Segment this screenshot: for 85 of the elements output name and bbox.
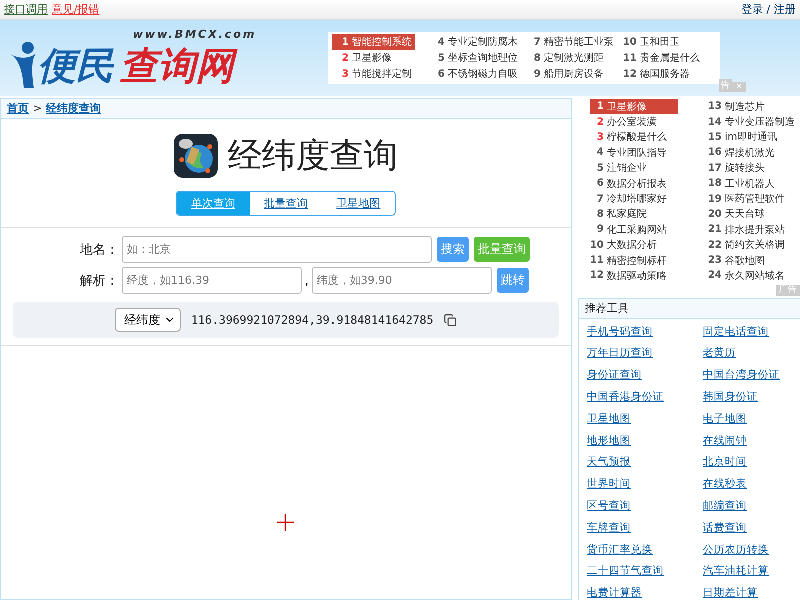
tool-link[interactable]: 中国香港身份证 xyxy=(587,390,703,404)
ad-link[interactable]: 7 精密节能工业泵 xyxy=(524,34,617,50)
hot-link[interactable]: 23 谷歌地图 xyxy=(708,252,765,268)
hot-link[interactable]: 13 制造芯片 xyxy=(708,99,765,114)
hot-link[interactable]: 21 排水提升泵站 xyxy=(708,222,785,238)
field-label: 地名： xyxy=(79,242,119,258)
hot-link[interactable]: 1 卫星影像 xyxy=(590,99,678,114)
hot-link[interactable]: 5 注销企业 xyxy=(590,160,647,176)
hot-link[interactable]: 18 工业机器人 xyxy=(708,176,775,192)
hot-link[interactable]: 8 私家庭院 xyxy=(590,206,647,222)
tool-link[interactable]: 话费查询 xyxy=(703,520,792,535)
tool-link[interactable]: 区号查询 xyxy=(587,498,703,513)
tool-link[interactable]: 汽车油耗计算 xyxy=(703,564,792,578)
top-link[interactable]: 意见/报错 xyxy=(52,3,100,16)
hot-link[interactable]: 19 医药管理软件 xyxy=(708,191,785,207)
logo-icon xyxy=(8,40,38,90)
tool-link[interactable]: 天气预报 xyxy=(587,455,703,470)
ad-link[interactable]: 8 定制激光测距 xyxy=(524,50,607,66)
hot-link[interactable]: 2 办公室装潢 xyxy=(590,114,657,130)
place-input[interactable]: 如：北京 xyxy=(122,236,432,263)
comma-text: , xyxy=(305,274,309,288)
hot-link[interactable]: 4 专业团队指导 xyxy=(590,145,667,161)
ad-link[interactable]: 6 不锈钢磁力自吸 xyxy=(428,66,521,82)
breadcrumb-link[interactable]: 经纬度查询 xyxy=(46,101,102,116)
latitude-input[interactable]: 纬度，如39.90 xyxy=(312,267,492,294)
breadcrumb-separator: > xyxy=(33,102,42,115)
ad-link[interactable]: 4 专业定制防腐木 xyxy=(428,34,521,50)
ad-link[interactable]: 3 节能搅拌定制 xyxy=(332,66,415,82)
ad-link[interactable]: 11 贵金属是什么 xyxy=(620,50,703,66)
hot-link[interactable]: 17 旋转接头 xyxy=(708,160,765,176)
hot-link[interactable]: 24 永久网站域名 xyxy=(708,268,785,284)
tool-link[interactable]: 货币汇率兑换 xyxy=(587,542,703,557)
hot-link[interactable]: 10 大数据分析 xyxy=(590,238,657,253)
tool-link[interactable]: 公历农历转换 xyxy=(703,542,792,557)
coordinate-value: 116.3969921072894,39.91848141642785 xyxy=(191,313,434,327)
hot-link[interactable]: 14 专业变压器制造 xyxy=(708,114,795,130)
tool-link[interactable]: 固定电话查询 xyxy=(703,324,792,339)
tool-link[interactable]: 手机号码查询 xyxy=(587,324,703,339)
tool-link[interactable]: 卫星地图 xyxy=(587,412,703,426)
tool-link[interactable]: 在线闹钟 xyxy=(703,434,792,448)
hot-link[interactable]: 22 简约玄关格调 xyxy=(708,238,785,253)
tool-link[interactable]: 世界时间 xyxy=(587,477,703,492)
hot-link[interactable]: 20 天天台球 xyxy=(708,206,765,222)
hot-link[interactable]: 3 柠檬酸是什么 xyxy=(590,130,667,146)
login-link[interactable]: 登录 / 注册 xyxy=(741,2,796,17)
tool-link[interactable]: 中国台湾身份证 xyxy=(703,368,792,382)
field-label: 解析： xyxy=(79,272,119,290)
tool-link[interactable]: 在线秒表 xyxy=(703,477,792,492)
tool-link[interactable]: 车牌查询 xyxy=(587,520,703,535)
top-link[interactable]: 接口调用 xyxy=(4,3,48,16)
tool-link[interactable]: 二十四节气查询 xyxy=(587,564,703,578)
hot-link[interactable]: 11 精密控制标杆 xyxy=(590,252,667,268)
tool-link[interactable]: 身份证查询 xyxy=(587,368,703,382)
tool-link[interactable]: 韩国身份证 xyxy=(703,390,792,404)
ad-link[interactable]: 5 坐标查询地理位 xyxy=(428,50,521,66)
logo-url: www.BMCX.com xyxy=(133,28,257,41)
hot-link[interactable]: 15 im即时通讯 xyxy=(708,130,778,146)
tool-link[interactable]: 万年日历查询 xyxy=(587,346,703,360)
breadcrumb-link[interactable]: 首页 xyxy=(7,101,29,116)
tool-link[interactable]: 老黄历 xyxy=(703,346,792,360)
tool-link[interactable]: 电费计算器 xyxy=(587,586,703,600)
crosshair-icon xyxy=(277,514,294,531)
tool-link[interactable]: 电子地图 xyxy=(703,412,792,426)
ad-link[interactable]: 10 玉和田玉 xyxy=(620,34,683,50)
panel-title: 推荐工具 xyxy=(579,298,800,319)
logo-text: 便民 xyxy=(38,44,116,90)
ad-link[interactable]: 2 卫星影像 xyxy=(332,50,395,66)
hot-link[interactable]: 7 冷却塔哪家好 xyxy=(590,191,667,207)
tool-link[interactable]: 北京时间 xyxy=(703,455,792,470)
copy-icon[interactable] xyxy=(444,314,457,326)
globe-app-icon xyxy=(174,134,218,178)
ad-link[interactable]: 9 船用厨房设备 xyxy=(524,66,607,82)
ad-link[interactable]: 1 智能控制系统 xyxy=(332,34,415,50)
page-title: 经纬度查询 xyxy=(228,135,398,178)
hot-link[interactable]: 16 焊接机激光 xyxy=(708,145,775,161)
logo-text: 查询网 xyxy=(120,44,242,90)
format-select[interactable]: 经纬度 xyxy=(115,308,182,332)
longitude-input[interactable]: 经度，如116.39 xyxy=(122,267,302,294)
tool-link[interactable]: 日期差计算 xyxy=(703,586,792,600)
ad-link[interactable]: 12 德国服务器 xyxy=(620,66,693,82)
tool-link[interactable]: 地形地图 xyxy=(587,434,703,448)
tool-link[interactable]: 邮编查询 xyxy=(703,498,792,513)
hot-link[interactable]: 6 数据分析报表 xyxy=(590,176,667,192)
hot-link[interactable]: 12 数据驱动策略 xyxy=(590,268,667,284)
hot-link[interactable]: 9 化工采购网站 xyxy=(590,222,667,238)
